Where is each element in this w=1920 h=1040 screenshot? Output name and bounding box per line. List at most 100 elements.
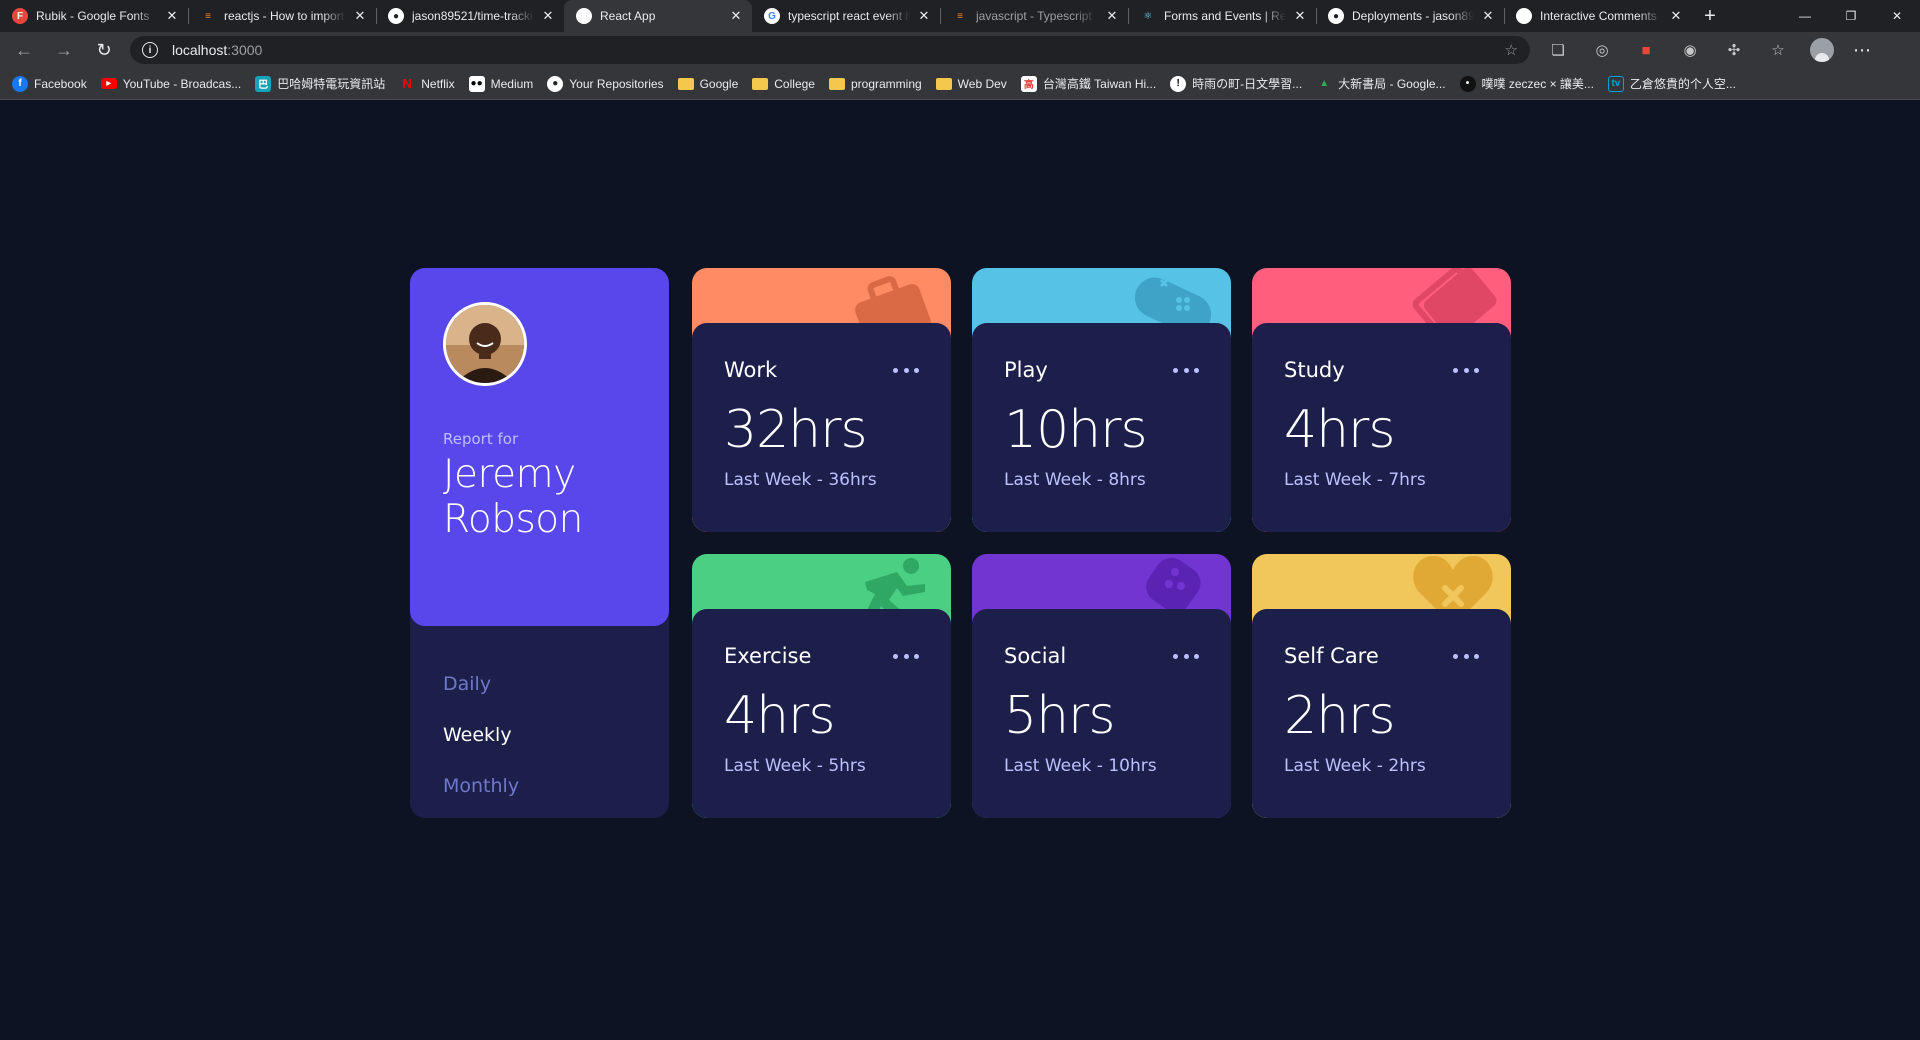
bookmark-label: 大新書局 - Google... [1338, 77, 1446, 91]
browser-tab[interactable]: ● Deployments - jason89521 ✕ [1316, 0, 1504, 32]
ellipsis-menu-icon[interactable] [1173, 644, 1199, 668]
close-tab-icon[interactable]: ✕ [164, 8, 180, 24]
facebook-icon: f [12, 75, 28, 92]
close-tab-icon[interactable]: ✕ [1292, 8, 1308, 24]
tab-title: Deployments - jason89521 [1352, 9, 1474, 23]
period-weekly[interactable]: Weekly [443, 709, 519, 760]
tab-title: javascript - Typescript [976, 9, 1092, 23]
activity-card-study: Study 4hrs Last Week - 7hrs [1252, 268, 1511, 532]
zeczec-icon: • [1459, 75, 1476, 92]
card-panel[interactable]: Study 4hrs Last Week - 7hrs [1252, 323, 1511, 532]
browser-tab-active[interactable]: React App ✕ [564, 0, 752, 32]
back-button[interactable]: ← [8, 34, 40, 66]
browser-tab[interactable]: ≡ javascript - Typescript ✕ [940, 0, 1128, 32]
card-panel[interactable]: Social 5hrs Last Week - 10hrs [972, 609, 1231, 818]
profile-avatar-icon[interactable] [1810, 38, 1834, 62]
previous-hours: Last Week - 7hrs [1284, 470, 1426, 490]
bookmark-label: Netflix [421, 76, 455, 91]
tab-title: jason89521/time-tracking [412, 9, 534, 23]
period-daily[interactable]: Daily [443, 658, 519, 709]
ellipsis-menu-icon[interactable] [893, 358, 919, 382]
bookmark-label: 時雨の町-日文學習... [1192, 77, 1303, 91]
card-panel[interactable]: Self Care 2hrs Last Week - 2hrs [1252, 609, 1511, 818]
bookmark-item[interactable]: ● Your Repositories [547, 75, 664, 92]
bookmark-item[interactable]: ▲ 大新書局 - Google... [1316, 75, 1445, 92]
restore-button[interactable]: ❐ [1828, 0, 1874, 32]
ellipsis-menu-icon[interactable] [1173, 358, 1199, 382]
bookmark-label: programming [850, 76, 922, 91]
ellipsis-menu-icon[interactable] [1453, 644, 1479, 668]
folder-icon [677, 77, 694, 90]
close-tab-icon[interactable]: ✕ [728, 8, 744, 24]
extension-glasses-icon[interactable]: ◎ [1586, 34, 1618, 66]
minimize-button[interactable]: — [1782, 0, 1828, 32]
folder-icon [828, 77, 845, 90]
bookmark-item[interactable]: • 噗噗 zeczec × 讓美... [1459, 75, 1594, 92]
browser-tab[interactable]: ≡ reactjs - How to import ✕ [188, 0, 376, 32]
close-tab-icon[interactable]: ✕ [352, 8, 368, 24]
browser-tab[interactable]: G typescript react event ha ✕ [752, 0, 940, 32]
tab-title: Forms and Events | React [1164, 9, 1286, 23]
bookmark-folder[interactable]: Web Dev [935, 76, 1007, 91]
reload-button[interactable]: ↻ [88, 34, 120, 66]
react-icon: ⚛ [1143, 10, 1153, 22]
tab-title: React App [600, 9, 656, 23]
bookmark-item[interactable]: ●● Medium [468, 75, 534, 92]
extension-red-icon[interactable]: ■ [1630, 34, 1662, 66]
activity-card-social: Social 5hrs Last Week - 10hrs [972, 554, 1231, 818]
close-tab-icon[interactable]: ✕ [1480, 8, 1496, 24]
bookmark-label: YouTube - Broadcas... [122, 76, 242, 91]
bookmark-item[interactable]: 巴巴哈姆特電玩資訊站 [255, 75, 385, 92]
ellipsis-menu-icon[interactable] [893, 644, 919, 668]
bookmark-item[interactable]: f Facebook [12, 75, 87, 92]
favorites-icon[interactable]: ☆ [1762, 34, 1794, 66]
bookmark-folder[interactable]: Google [677, 77, 738, 91]
forward-button[interactable]: → [48, 34, 80, 66]
period-selector: Daily Weekly Monthly [443, 658, 519, 811]
site-info-icon[interactable]: i [142, 42, 158, 58]
bahamut-icon: 巴 [255, 75, 272, 92]
bookmark-label: 台灣高鐵 Taiwan Hi... [1042, 77, 1157, 91]
bookmark-label: Web Dev [957, 76, 1007, 91]
profile-header: Report for Jeremy Robson [410, 268, 669, 626]
card-title: Social [1004, 644, 1067, 668]
bookmark-item[interactable]: ▸ YouTube - Broadcas... [100, 76, 242, 91]
card-panel[interactable]: Play 10hrs Last Week - 8hrs [972, 323, 1231, 532]
bookmark-label: Medium [490, 76, 534, 91]
previous-hours: Last Week - 10hrs [1004, 756, 1157, 776]
bookmark-star-icon[interactable]: ☆ [1505, 41, 1518, 59]
bookmark-folder[interactable]: programming [828, 76, 922, 91]
bookmark-item[interactable]: 高台灣高鐵 Taiwan Hi... [1020, 75, 1157, 92]
user-name: Jeremy Robson [443, 452, 583, 542]
bookmark-folder[interactable]: College [752, 77, 815, 91]
close-tab-icon[interactable]: ✕ [1668, 8, 1684, 24]
bookmark-label: 乙倉悠貴的个人空... [1629, 77, 1736, 91]
medium-icon: ●● [468, 75, 485, 92]
close-tab-icon[interactable]: ✕ [540, 8, 556, 24]
bookmarks-bar: f Facebook ▸ YouTube - Broadcas... 巴巴哈姆特電玩… [0, 68, 1920, 100]
more-menu-icon[interactable]: ⋯ [1850, 40, 1874, 61]
bookmark-item[interactable]: tv 乙倉悠貴的个人空... [1607, 75, 1736, 92]
card-panel[interactable]: Exercise 4hrs Last Week - 5hrs [692, 609, 951, 818]
tab-title: typescript react event ha [788, 9, 910, 23]
netflix-icon: N [402, 76, 412, 91]
github-icon: ● [547, 75, 564, 92]
period-monthly[interactable]: Monthly [443, 760, 519, 811]
extension-target-icon[interactable]: ◉ [1674, 34, 1706, 66]
collections-icon[interactable]: ❏ [1542, 34, 1574, 66]
browser-tab[interactable]: Interactive Comments ✕ [1504, 0, 1692, 32]
browser-tab[interactable]: F Rubik - Google Fonts ✕ [0, 0, 188, 32]
bookmark-item[interactable]: N Netflix [399, 76, 455, 92]
new-tab-button[interactable]: + [1692, 0, 1728, 32]
close-window-button[interactable]: ✕ [1874, 0, 1920, 32]
close-tab-icon[interactable]: ✕ [1104, 8, 1120, 24]
browser-tab[interactable]: ⚛ Forms and Events | React ✕ [1128, 0, 1316, 32]
url-port: :3000 [227, 42, 263, 58]
close-tab-icon[interactable]: ✕ [916, 8, 932, 24]
address-bar[interactable]: i localhost:3000 ☆ [130, 36, 1530, 64]
ellipsis-menu-icon[interactable] [1453, 358, 1479, 382]
extensions-puzzle-icon[interactable]: ✣ [1718, 34, 1750, 66]
bookmark-item[interactable]: ! 時雨の町-日文學習... [1170, 75, 1302, 92]
card-panel[interactable]: Work 32hrs Last Week - 36hrs [692, 323, 951, 532]
browser-tab[interactable]: ● jason89521/time-tracking ✕ [376, 0, 564, 32]
